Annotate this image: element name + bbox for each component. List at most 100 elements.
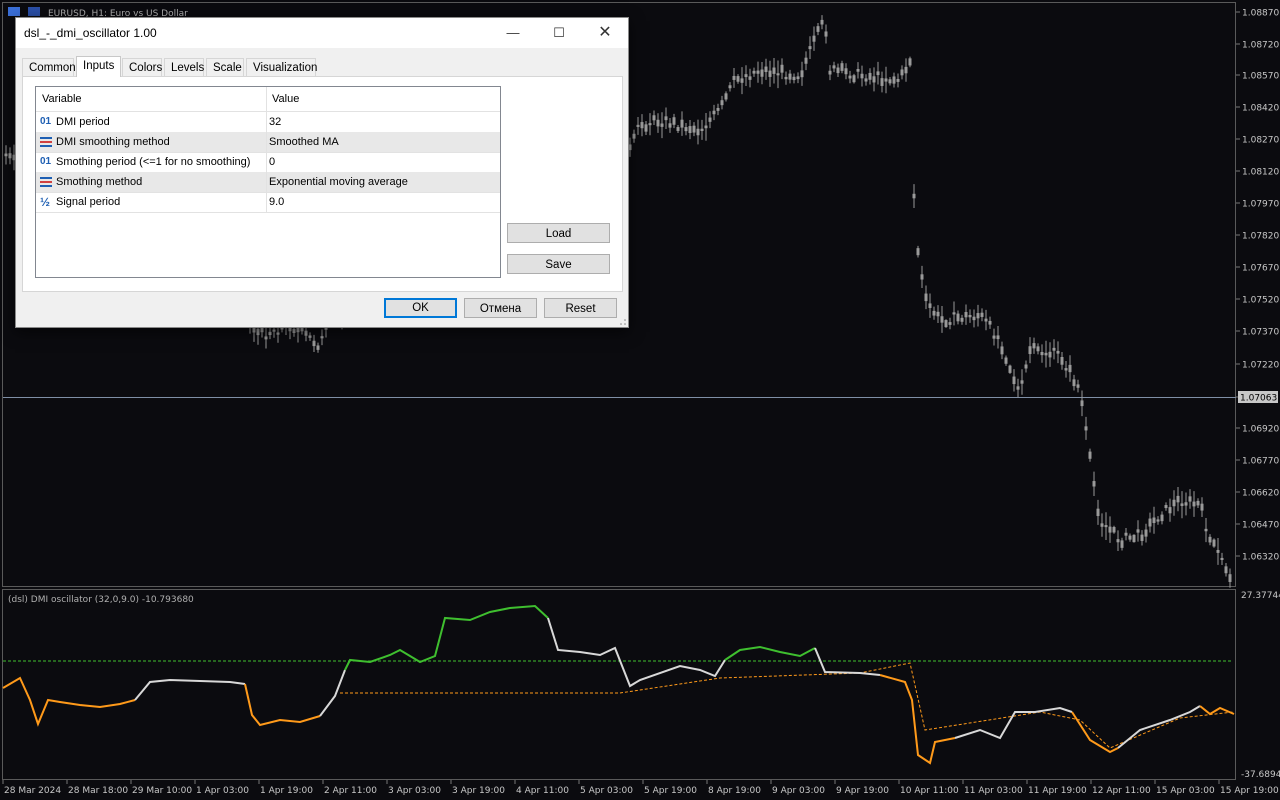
reset-button[interactable]: Reset <box>544 298 617 318</box>
candle <box>1108 526 1112 533</box>
candle <box>640 122 644 129</box>
price-axis-label: 1.08870 <box>1242 9 1279 19</box>
candle <box>256 328 260 336</box>
integer-icon: 01 <box>40 156 52 167</box>
cancel-button[interactable]: Отмена <box>464 298 537 318</box>
candle <box>644 124 648 132</box>
param-name: Smothing method <box>56 176 143 188</box>
candle <box>844 68 848 75</box>
candle <box>1016 386 1020 390</box>
tab-inputs[interactable]: Inputs <box>76 56 121 77</box>
time-axis-label: 15 Apr 03:00 <box>1156 786 1215 796</box>
candle <box>824 31 828 37</box>
candle <box>948 322 952 325</box>
param-value[interactable]: 32 <box>269 112 281 132</box>
candle <box>692 125 696 133</box>
candle <box>1196 500 1200 506</box>
candle <box>772 67 776 74</box>
candle <box>636 124 640 128</box>
param-value[interactable]: 0 <box>269 152 275 172</box>
candle <box>864 78 868 82</box>
tab-scale[interactable]: Scale <box>206 58 244 76</box>
time-axis-label: 9 Apr 03:00 <box>772 786 825 796</box>
param-value[interactable]: Exponential moving average <box>269 172 408 192</box>
param-value[interactable]: Smoothed MA <box>269 132 339 152</box>
candle <box>792 76 796 81</box>
price-axis-label: 1.07820 <box>1242 232 1279 242</box>
candle <box>1204 528 1208 532</box>
candle <box>908 58 912 66</box>
inputs-grid: Variable Value 01 DMI period 32 DMI smoo… <box>35 86 501 278</box>
candle <box>1040 351 1044 356</box>
candle <box>896 78 900 82</box>
price-axis-label: 1.06620 <box>1242 489 1279 499</box>
candle <box>796 76 800 80</box>
candle <box>780 64 784 73</box>
candle <box>972 316 976 321</box>
candle <box>996 335 1000 340</box>
candle <box>956 313 960 322</box>
candle <box>984 318 988 322</box>
candle <box>648 123 652 126</box>
param-name: Smothing period (<=1 for no smoothing) <box>56 156 251 168</box>
candle <box>260 327 264 333</box>
price-axis-label: 1.06770 <box>1242 457 1279 467</box>
candle <box>1188 496 1192 502</box>
current-price-label: 1.07063 <box>1240 394 1277 404</box>
tab-visualization[interactable]: Visualization <box>246 58 317 76</box>
candle <box>804 57 808 64</box>
candle <box>268 331 272 336</box>
param-row[interactable]: 01 DMI period 32 <box>36 112 500 133</box>
tab-levels[interactable]: Levels <box>164 58 204 76</box>
candle <box>312 340 316 347</box>
candle <box>724 93 728 100</box>
dialog-titlebar[interactable]: dsl_-_dmi_oscillator 1.00 — ☐ ✕ <box>16 18 628 48</box>
param-row[interactable]: ½ Signal period 9.0 <box>36 192 500 213</box>
candle <box>816 26 820 32</box>
candle <box>832 65 836 69</box>
candle <box>1028 346 1032 355</box>
resize-grip-icon[interactable] <box>619 318 627 326</box>
param-value[interactable]: 9.0 <box>269 192 284 212</box>
candle <box>892 76 896 84</box>
candle <box>744 74 748 78</box>
minimize-icon[interactable]: — <box>490 18 536 48</box>
candle <box>1056 350 1060 354</box>
candle <box>1088 451 1092 459</box>
candle <box>888 79 892 84</box>
candle <box>916 248 920 256</box>
load-button[interactable]: Load <box>507 223 610 243</box>
candle <box>924 293 928 302</box>
candle <box>1024 364 1028 369</box>
param-row[interactable]: 01 Smothing period (<=1 for no smoothing… <box>36 152 500 173</box>
fraction-icon: ½ <box>40 195 51 209</box>
candle <box>820 19 824 25</box>
time-axis-label: 2 Apr 11:00 <box>324 786 377 796</box>
param-row[interactable]: DMI smoothing method Smoothed MA <box>36 132 500 153</box>
candle <box>1140 534 1144 541</box>
tab-colors[interactable]: Colors <box>122 58 162 76</box>
candle <box>632 133 636 139</box>
tab-common[interactable]: Common <box>22 58 76 76</box>
candle <box>808 46 812 50</box>
candle <box>1200 503 1204 511</box>
candle <box>760 69 764 77</box>
candle <box>1064 368 1068 371</box>
ok-button[interactable]: OK <box>384 298 457 318</box>
save-button[interactable]: Save <box>507 254 610 274</box>
grid-header: Variable Value <box>36 87 500 112</box>
candle <box>988 320 992 325</box>
candle <box>684 127 688 132</box>
candle <box>800 70 804 78</box>
maximize-icon[interactable]: ☐ <box>536 18 582 48</box>
candle <box>1144 529 1148 537</box>
candle <box>680 119 684 128</box>
candle <box>1224 566 1228 574</box>
candle <box>264 336 268 340</box>
dialog-title: dsl_-_dmi_oscillator 1.00 <box>24 26 157 40</box>
close-icon[interactable]: ✕ <box>582 18 628 48</box>
flag-icon <box>8 7 20 16</box>
param-name: DMI smoothing method <box>56 136 170 148</box>
param-row[interactable]: Smothing method Exponential moving avera… <box>36 172 500 193</box>
time-axis-label: 15 Apr 19:00 <box>1220 786 1279 796</box>
